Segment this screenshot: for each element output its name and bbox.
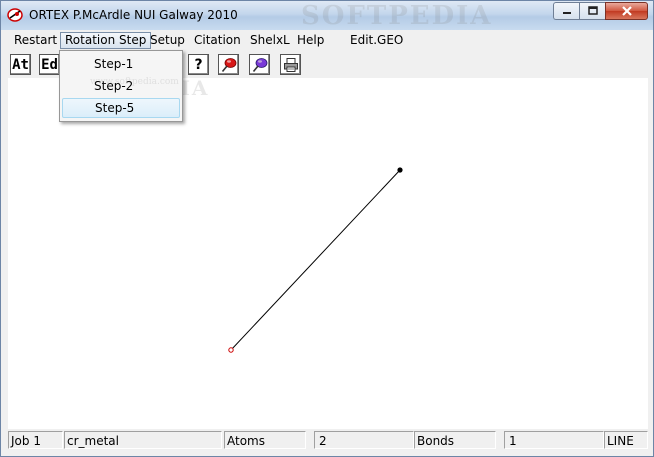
minimize-icon — [562, 12, 571, 14]
red-pin-icon — [221, 57, 236, 72]
menu-citation[interactable]: Citation — [190, 32, 245, 49]
main-window: ORTEX P.McArdle NUI Galway 2010 SOFTPEDI… — [0, 0, 654, 457]
status-structure-name: cr_metal — [64, 431, 222, 449]
menu-bar: Restart Rotation Step Setup Citation She… — [8, 31, 648, 50]
printer-icon — [283, 57, 298, 72]
status-bonds-label: Bonds — [414, 431, 496, 449]
menu-restart[interactable]: Restart — [10, 32, 61, 49]
window-title: ORTEX P.McArdle NUI Galway 2010 — [29, 8, 238, 22]
blue-pin-button[interactable] — [249, 54, 270, 75]
close-icon — [621, 6, 632, 16]
status-bonds-count: 1 — [504, 431, 604, 449]
minimize-button[interactable] — [553, 2, 579, 20]
menu-edit-geo[interactable]: Edit.GEO — [346, 32, 407, 49]
red-pin-button[interactable] — [218, 54, 239, 75]
status-atoms-label: Atoms — [224, 431, 306, 449]
maximize-button[interactable] — [579, 2, 605, 20]
molecule-canvas[interactable]: SOFTPEDIA — [8, 76, 648, 429]
maximize-icon — [587, 6, 598, 15]
menu-help[interactable]: Help — [293, 32, 328, 49]
atom-black — [397, 167, 403, 173]
softpedia-url-watermark: www.softpedia.com — [90, 77, 179, 87]
window-controls — [553, 2, 648, 20]
title-bar[interactable]: ORTEX P.McArdle NUI Galway 2010 SOFTPEDI… — [1, 1, 653, 31]
status-atoms-count: 2 — [314, 431, 414, 449]
close-button[interactable] — [605, 2, 648, 20]
edit-button[interactable]: Ed — [39, 54, 60, 75]
menu-setup[interactable]: Setup — [146, 32, 189, 49]
print-button[interactable] — [280, 54, 301, 75]
menu-option-step-1[interactable]: Step-1 — [62, 54, 180, 74]
status-mode: LINE — [604, 431, 648, 449]
menu-option-step-5[interactable]: Step-5 — [62, 98, 180, 118]
menu-rotation-step[interactable]: Rotation Step — [60, 32, 152, 49]
help-button[interactable]: ? — [188, 54, 209, 75]
atom-red — [228, 347, 234, 353]
molecule-drawing — [228, 167, 403, 353]
softpedia-watermark: SOFTPEDIA — [301, 1, 493, 31]
rotation-step-dropdown: Step-1 Step-2 Step-5 www.softpedia.com — [59, 50, 183, 122]
atom-labels-button[interactable]: At — [10, 54, 31, 75]
menu-shelxl[interactable]: ShelxL — [246, 32, 294, 49]
blue-pin-icon — [252, 57, 267, 72]
status-bar: Job 1 cr_metal Atoms 2 Bonds 1 LINE — [8, 430, 648, 450]
ortex-app-icon — [7, 8, 23, 22]
bond-line — [230, 169, 401, 351]
status-job: Job 1 — [8, 431, 63, 449]
